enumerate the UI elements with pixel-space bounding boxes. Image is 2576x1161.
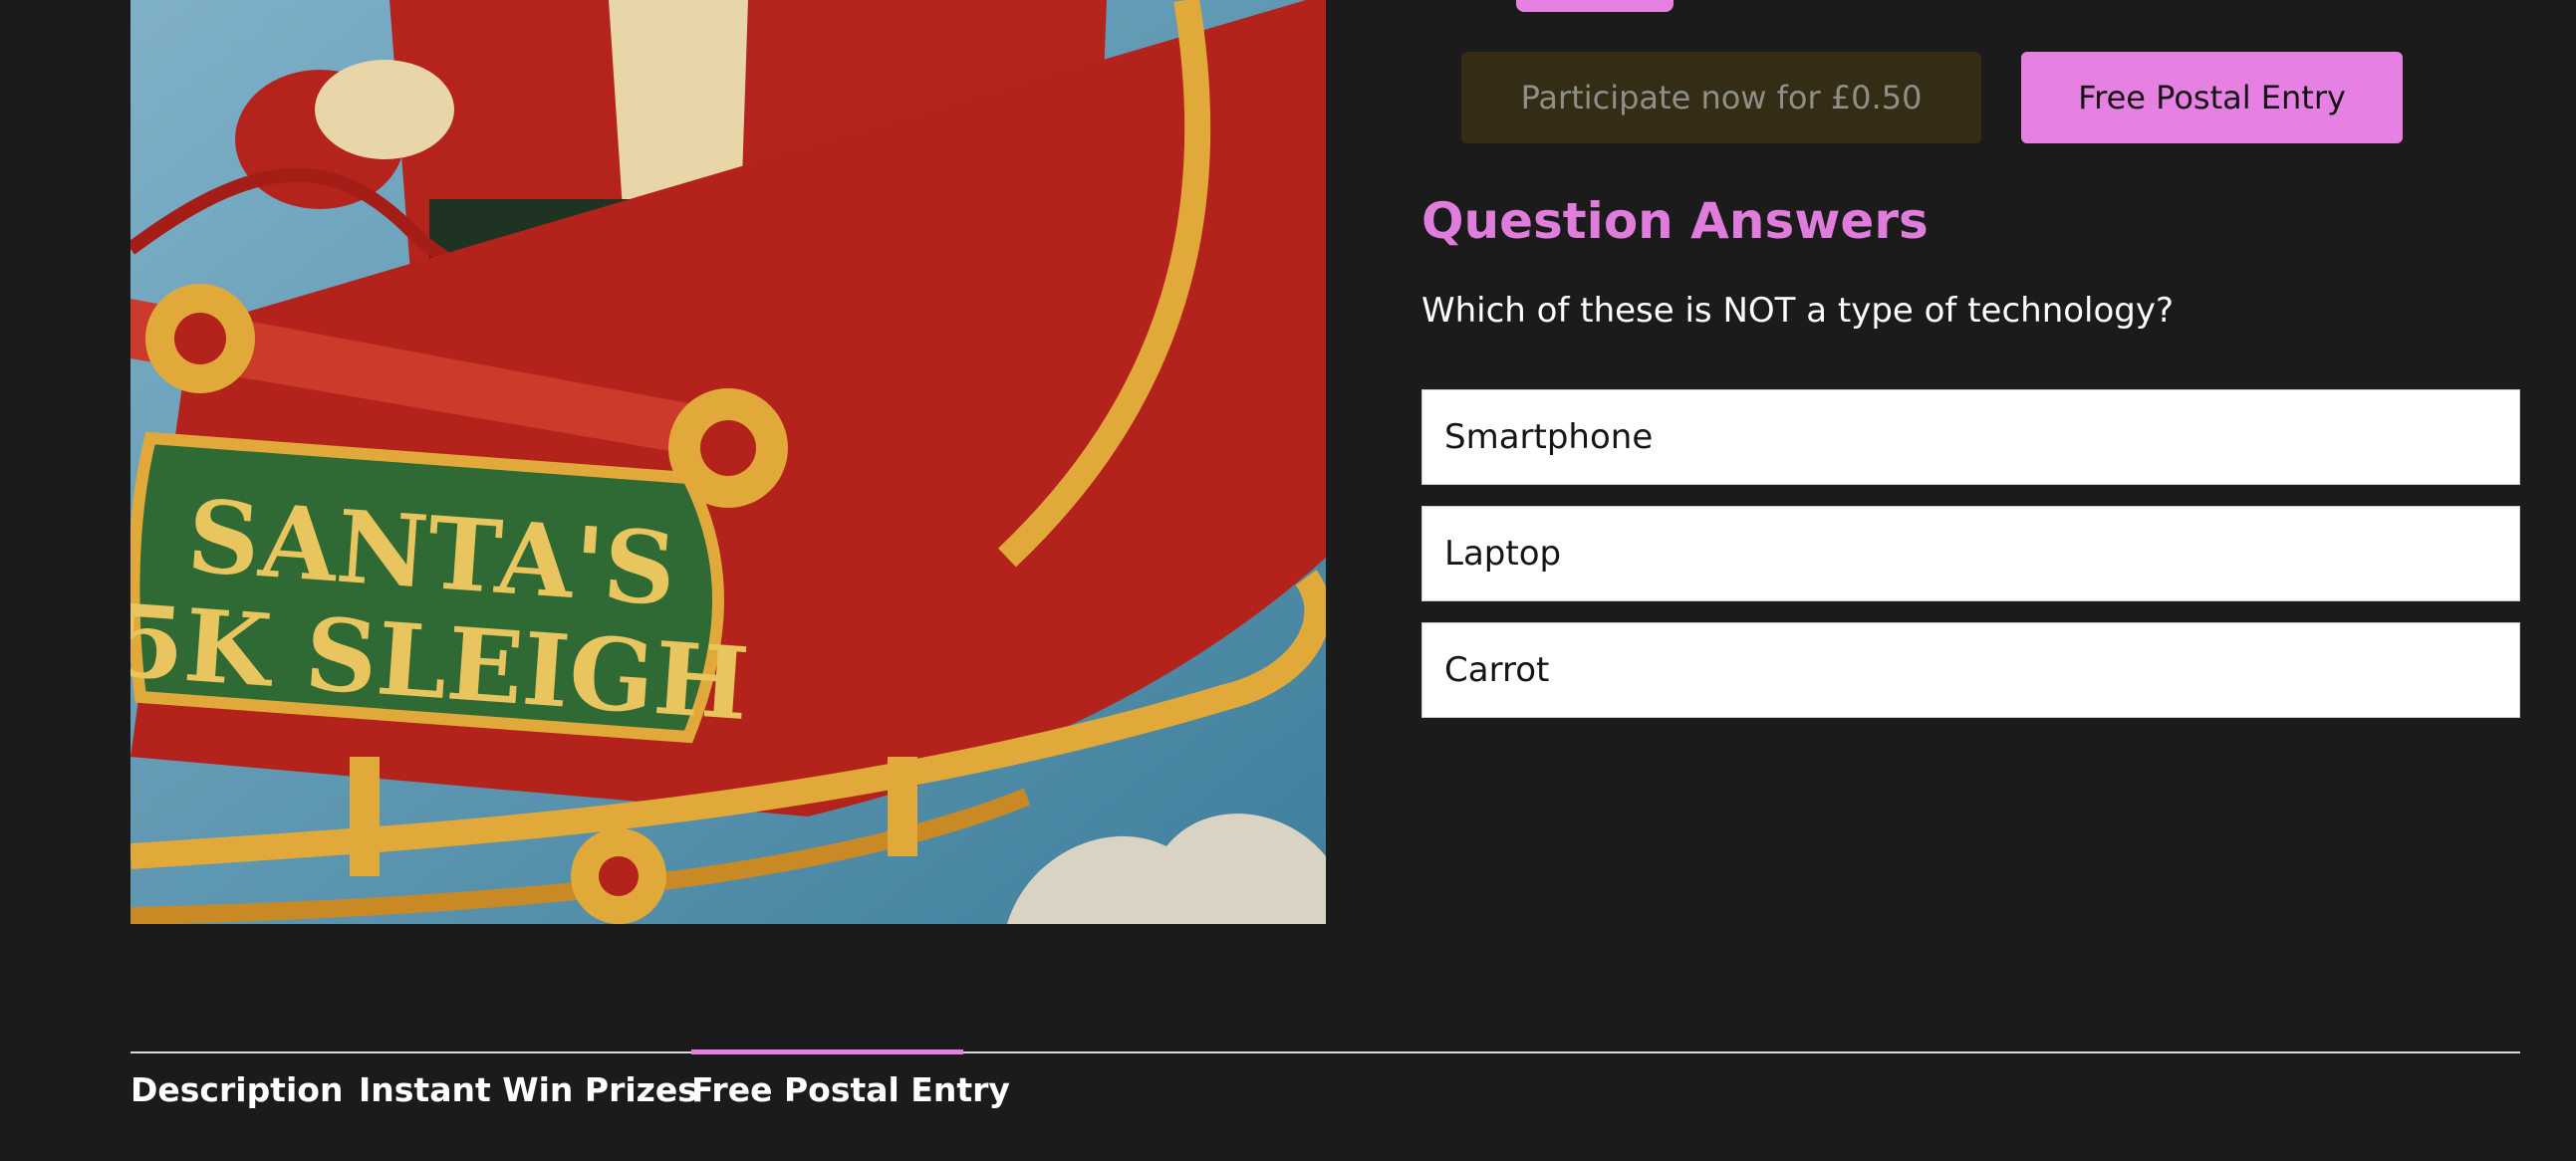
tabs-divider	[130, 1051, 2520, 1053]
top-accent-chip	[1516, 0, 1674, 12]
product-image: SANTA'S 5K SLEIGH	[130, 0, 1326, 924]
participate-button[interactable]: Participate now for £0.50	[1461, 52, 1981, 143]
free-postal-entry-button[interactable]: Free Postal Entry	[2021, 52, 2403, 143]
tab-instant-win-prizes[interactable]: Instant Win Prizes	[359, 1070, 697, 1109]
answer-option-carrot[interactable]: Carrot	[1421, 622, 2520, 718]
tab-free-postal-entry[interactable]: Free Postal Entry	[691, 1070, 1010, 1109]
tab-description[interactable]: Description	[130, 1070, 343, 1109]
active-tab-indicator	[691, 1049, 963, 1054]
question-text: Which of these is NOT a type of technolo…	[1421, 291, 2175, 331]
santa-sleigh-illustration: SANTA'S 5K SLEIGH	[130, 0, 1326, 924]
question-answers-title: Question Answers	[1421, 192, 1929, 250]
answer-option-laptop[interactable]: Laptop	[1421, 506, 2520, 601]
answer-option-smartphone[interactable]: Smartphone	[1421, 389, 2520, 485]
